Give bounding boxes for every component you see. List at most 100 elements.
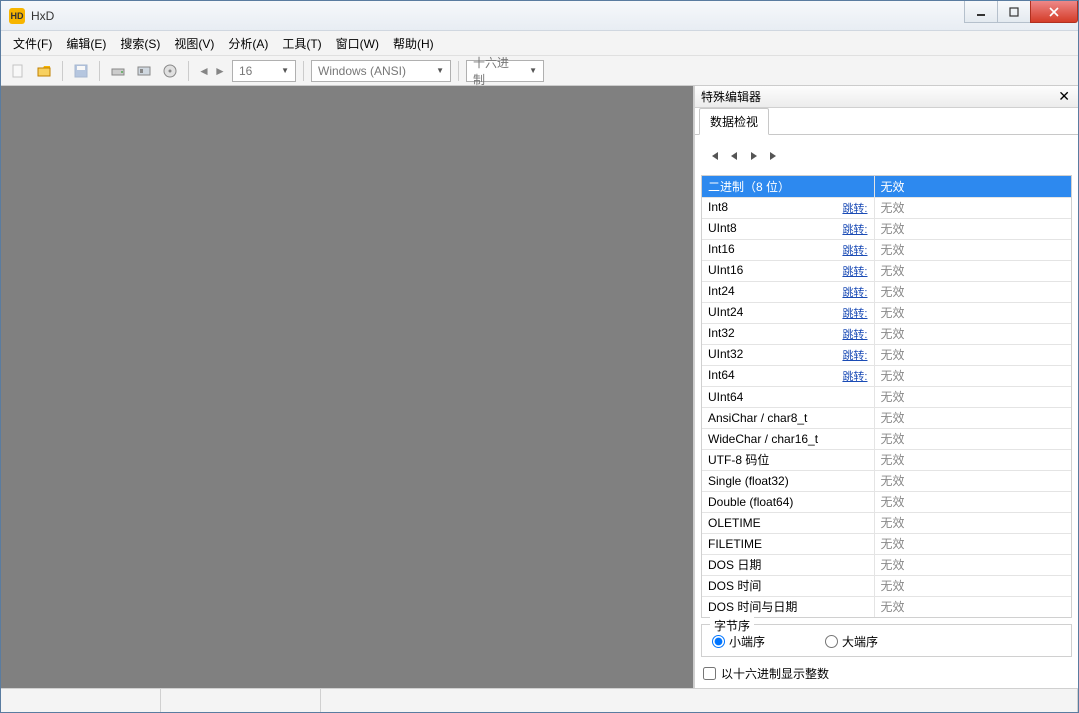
- open-disk-image-button[interactable]: [159, 60, 181, 82]
- data-type-value: 无效: [874, 323, 1071, 344]
- data-type-row[interactable]: UInt16跳转:无效: [702, 260, 1071, 281]
- menu-file[interactable]: 文件(F): [7, 32, 58, 55]
- app-title: HxD: [31, 9, 965, 23]
- menu-tools[interactable]: 工具(T): [276, 32, 327, 55]
- data-type-name: UTF-8 码位: [702, 449, 874, 470]
- close-button[interactable]: [1030, 1, 1078, 23]
- data-type-value: 无效: [874, 386, 1071, 407]
- data-type-row[interactable]: DOS 日期无效: [702, 554, 1071, 575]
- jump-link[interactable]: 跳转:: [842, 221, 867, 237]
- data-type-scroll[interactable]: 二进制（8 位）无效Int8跳转:无效UInt8跳转:无效Int16跳转:无效U…: [702, 176, 1071, 617]
- nav-last-button[interactable]: [765, 147, 783, 165]
- data-type-name: WideChar / char16_t: [702, 428, 874, 449]
- data-type-name: Double (float64): [702, 491, 874, 512]
- data-type-value: 无效: [874, 407, 1071, 428]
- hex-integers-checkbox[interactable]: 以十六进制显示整数: [701, 665, 1072, 682]
- menu-edit[interactable]: 编辑(E): [60, 32, 112, 55]
- little-endian-radio[interactable]: 小端序: [712, 633, 765, 650]
- data-type-name: DOS 时间与日期: [702, 596, 874, 617]
- data-type-value: 无效: [874, 554, 1071, 575]
- jump-link[interactable]: 跳转:: [842, 284, 867, 300]
- data-type-row[interactable]: WideChar / char16_t无效: [702, 428, 1071, 449]
- data-type-table: 二进制（8 位）无效Int8跳转:无效UInt8跳转:无效Int16跳转:无效U…: [702, 176, 1071, 617]
- data-type-row[interactable]: UInt64无效: [702, 386, 1071, 407]
- jump-link[interactable]: 跳转:: [842, 305, 867, 321]
- data-type-value: 无效: [874, 365, 1071, 386]
- data-type-row[interactable]: Int64跳转:无效: [702, 365, 1071, 386]
- nav-prev-button[interactable]: [725, 147, 743, 165]
- toolbar-separator: [188, 61, 189, 81]
- jump-link[interactable]: 跳转:: [842, 200, 867, 216]
- data-type-row[interactable]: DOS 时间无效: [702, 575, 1071, 596]
- jump-link[interactable]: 跳转:: [842, 326, 867, 342]
- data-type-name: 二进制（8 位）: [702, 176, 874, 197]
- data-type-row[interactable]: Int8跳转:无效: [702, 197, 1071, 218]
- minimize-button[interactable]: [964, 1, 998, 23]
- data-type-name: FILETIME: [702, 533, 874, 554]
- data-type-row[interactable]: UTF-8 码位无效: [702, 449, 1071, 470]
- nav-first-button[interactable]: [705, 147, 723, 165]
- data-type-row[interactable]: UInt32跳转:无效: [702, 344, 1071, 365]
- menu-search[interactable]: 搜索(S): [114, 32, 166, 55]
- save-button[interactable]: [70, 60, 92, 82]
- jump-link[interactable]: 跳转:: [842, 347, 867, 363]
- chevron-down-icon: ▼: [523, 66, 537, 75]
- main-area: 特殊编辑器 ✕ 数据检视 二进制（8 位）无效Int8跳转:无: [1, 86, 1078, 688]
- data-type-name: Single (float32): [702, 470, 874, 491]
- data-type-value: 无效: [874, 512, 1071, 533]
- data-inspector-body: 二进制（8 位）无效Int8跳转:无效UInt8跳转:无效Int16跳转:无效U…: [695, 134, 1078, 688]
- data-type-value: 无效: [874, 470, 1071, 491]
- open-disk-button[interactable]: [107, 60, 129, 82]
- jump-link[interactable]: 跳转:: [842, 263, 867, 279]
- redo-button[interactable]: ►: [212, 60, 228, 82]
- open-ram-button[interactable]: [133, 60, 155, 82]
- data-type-row[interactable]: AnsiChar / char8_t无效: [702, 407, 1071, 428]
- data-type-value: 无效: [874, 302, 1071, 323]
- tab-data-inspector[interactable]: 数据检视: [699, 108, 769, 135]
- app-window: HD HxD 文件(F) 编辑(E) 搜索(S) 视图(V) 分析(A) 工具(…: [0, 0, 1079, 713]
- data-type-row[interactable]: Int16跳转:无效: [702, 239, 1071, 260]
- open-button[interactable]: [33, 60, 55, 82]
- data-type-row[interactable]: UInt8跳转:无效: [702, 218, 1071, 239]
- jump-link[interactable]: 跳转:: [842, 368, 867, 384]
- big-endian-radio[interactable]: 大端序: [825, 633, 878, 650]
- data-type-row[interactable]: Single (float32)无效: [702, 470, 1071, 491]
- data-type-value: 无效: [874, 596, 1071, 617]
- data-type-table-container: 二进制（8 位）无效Int8跳转:无效UInt8跳转:无效Int16跳转:无效U…: [701, 175, 1072, 618]
- encoding-select[interactable]: Windows (ANSI)▼: [311, 60, 451, 82]
- hex-view[interactable]: [1, 86, 694, 688]
- data-type-row[interactable]: Double (float64)无效: [702, 491, 1071, 512]
- new-button[interactable]: [7, 60, 29, 82]
- menu-analysis[interactable]: 分析(A): [222, 32, 274, 55]
- little-endian-label: 小端序: [729, 633, 765, 650]
- data-type-name: UInt64: [702, 386, 874, 407]
- bytes-per-row-select[interactable]: 16▼: [232, 60, 296, 82]
- panel-header: 特殊编辑器 ✕: [695, 86, 1078, 108]
- maximize-button[interactable]: [997, 1, 1031, 23]
- data-type-row[interactable]: OLETIME无效: [702, 512, 1071, 533]
- menu-view[interactable]: 视图(V): [168, 32, 220, 55]
- toolbar-separator: [303, 61, 304, 81]
- data-type-row[interactable]: FILETIME无效: [702, 533, 1071, 554]
- status-cell-1: [1, 689, 161, 712]
- byte-order-legend: 字节序: [710, 617, 754, 634]
- menu-window[interactable]: 窗口(W): [330, 32, 385, 55]
- big-endian-label: 大端序: [842, 633, 878, 650]
- data-type-row[interactable]: Int24跳转:无效: [702, 281, 1071, 302]
- data-type-row[interactable]: Int32跳转:无效: [702, 323, 1071, 344]
- data-type-value: 无效: [874, 533, 1071, 554]
- number-base-select[interactable]: 十六进制▼: [466, 60, 544, 82]
- data-type-row[interactable]: 二进制（8 位）无效: [702, 176, 1071, 197]
- data-type-name: Int8跳转:: [702, 197, 874, 218]
- menu-help[interactable]: 帮助(H): [387, 32, 440, 55]
- special-editor-panel: 特殊编辑器 ✕ 数据检视 二进制（8 位）无效Int8跳转:无: [694, 86, 1078, 688]
- toolbar-separator: [99, 61, 100, 81]
- data-type-row[interactable]: UInt24跳转:无效: [702, 302, 1071, 323]
- toolbar-separator: [458, 61, 459, 81]
- undo-button[interactable]: ◄: [196, 60, 212, 82]
- data-type-name: UInt16跳转:: [702, 260, 874, 281]
- data-type-row[interactable]: DOS 时间与日期无效: [702, 596, 1071, 617]
- jump-link[interactable]: 跳转:: [842, 242, 867, 258]
- panel-close-button[interactable]: ✕: [1056, 88, 1072, 105]
- nav-next-button[interactable]: [745, 147, 763, 165]
